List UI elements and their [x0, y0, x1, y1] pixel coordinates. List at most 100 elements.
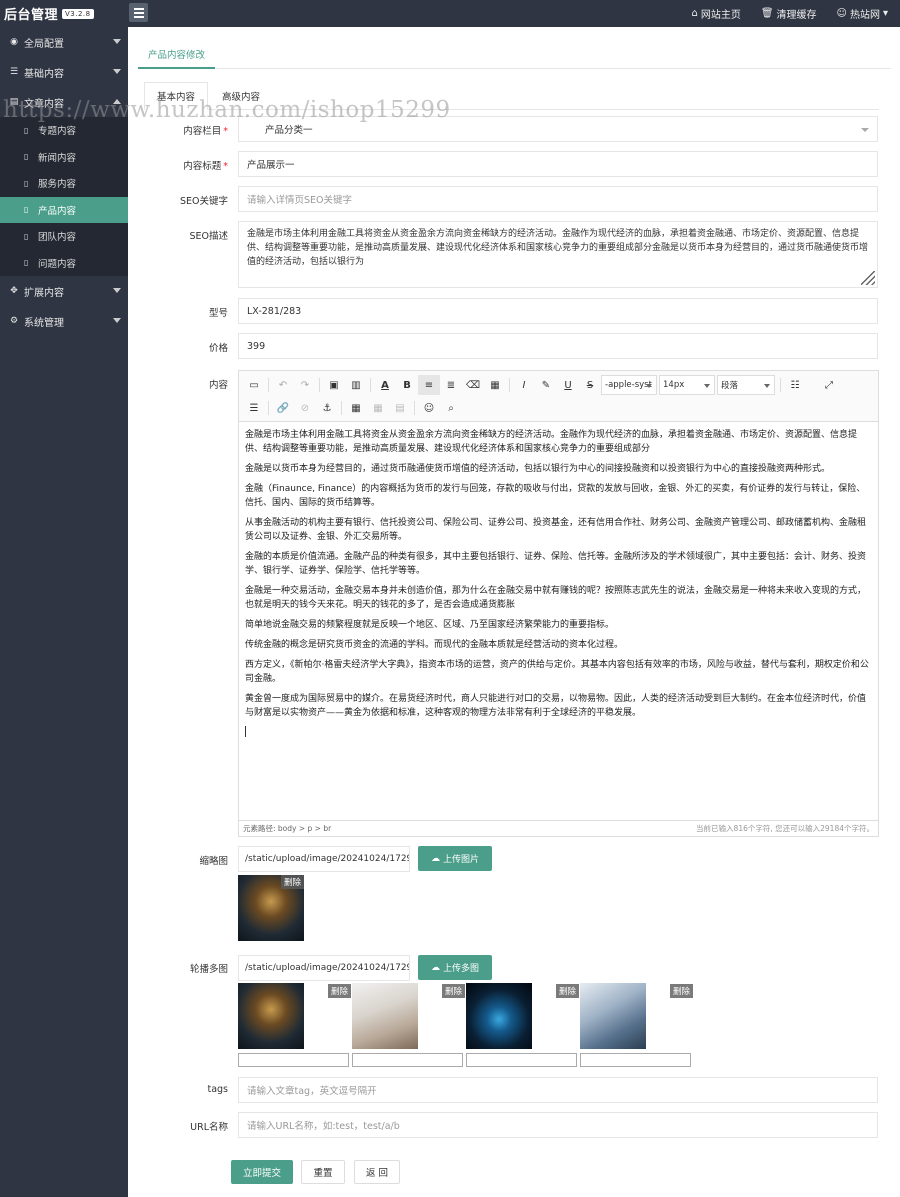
url-name-input[interactable]: 请输入URL名称，如:test，test/a/b: [238, 1112, 878, 1138]
sidebar-item-news[interactable]: ▯ 新闻内容: [0, 144, 128, 171]
menu-toggle-button[interactable]: [129, 3, 148, 22]
gallery-caption-input[interactable]: [238, 1053, 349, 1067]
bold-icon[interactable]: B: [396, 375, 418, 395]
chevron-down-icon: [113, 69, 121, 74]
resize-handle-icon[interactable]: [861, 271, 875, 285]
gallery-caption-input[interactable]: [580, 1053, 691, 1067]
strikethrough-icon[interactable]: S: [579, 375, 601, 395]
category-select[interactable]: 产品分类一: [238, 116, 878, 142]
sidebar-group-article[interactable]: ▤ 文章内容: [0, 87, 128, 117]
paste-icon[interactable]: ▦: [484, 375, 506, 395]
source-code-icon[interactable]: ▭: [243, 375, 265, 395]
model-input[interactable]: LX-281/283: [238, 298, 878, 324]
delete-gallery-2-button[interactable]: 删除: [442, 984, 466, 998]
sliders-icon: ☰: [9, 67, 19, 77]
sidebar-group-extend[interactable]: ✥ 扩展内容: [0, 276, 128, 306]
bullet-list-icon[interactable]: ☷: [784, 375, 806, 395]
editor-paragraph: 黄金曾一度成为国际贸易中的媒介。在易货经济时代，商人只能进行对口的交易，以物易物…: [245, 694, 867, 718]
font-family-select[interactable]: -apple-syst: [601, 375, 657, 395]
editor-toolbar: ▭ ↶ ↷ ▣ ▥ A B ≡ ≣ ⌫ ▦ I ✎ U S -apple-sys…: [239, 371, 878, 422]
table-props-icon[interactable]: ▦: [367, 398, 389, 418]
seo-keywords-input[interactable]: 请输入详情页SEO关键字: [238, 186, 878, 212]
char-count: 当前已输入816个字符, 您还可以输入29184个字符。: [696, 824, 874, 833]
highlight-icon[interactable]: ✎: [535, 375, 557, 395]
main-content: 产品内容修改 基本内容 高级内容 内容栏目 * 产品分类一 内容标题 * 产品展示一…: [128, 27, 900, 1197]
sidebar-item-services[interactable]: ▯ 服务内容: [0, 170, 128, 197]
sidebar-item-products[interactable]: ▯ 产品内容: [0, 196, 128, 223]
trash-icon: 🗑: [760, 8, 774, 19]
chevron-down-icon: [113, 318, 121, 323]
undo-icon[interactable]: ↶: [272, 375, 294, 395]
unlink-icon[interactable]: ⊘: [294, 398, 316, 418]
sidebar-group-basic[interactable]: ☰ 基础内容: [0, 57, 128, 87]
insert-image-icon[interactable]: ▣: [323, 375, 345, 395]
editor-paragraph: 金融是市场主体利用金融工具将资金从资金盈余方流向资金稀缺方的经济活动。金融作为现…: [245, 430, 858, 454]
row-seo-desc: SEO描述 金融是市场主体利用金融工具将资金从资金盈余方流向资金稀缺方的经济活动…: [128, 221, 900, 288]
sidebar-item-team[interactable]: ▯ 团队内容: [0, 223, 128, 250]
back-button[interactable]: 返 回: [354, 1160, 400, 1184]
delete-gallery-3-button[interactable]: 删除: [556, 984, 580, 998]
title-input[interactable]: 产品展示一: [238, 151, 878, 177]
gallery-caption-input[interactable]: [466, 1053, 577, 1067]
italic-icon[interactable]: I: [513, 375, 535, 395]
reset-button[interactable]: 重置: [301, 1160, 345, 1184]
editor-statusbar: 元素路径: body > p > br 当前已输入816个字符, 您还可以输入2…: [239, 820, 878, 836]
underline-icon[interactable]: U: [557, 375, 579, 395]
table-cell-icon[interactable]: ▤: [389, 398, 411, 418]
label-seo-keywords: SEO关键字: [179, 196, 228, 207]
table-icon[interactable]: ▦: [345, 398, 367, 418]
insert-media-icon[interactable]: ▥: [345, 375, 367, 395]
sidebar-item-topics[interactable]: ▯ 专题内容: [0, 117, 128, 144]
delete-thumb-button[interactable]: 删除: [280, 875, 304, 889]
delete-gallery-4-button[interactable]: 删除: [670, 984, 694, 998]
anchor-icon[interactable]: ⚓: [316, 398, 338, 418]
delete-gallery-1-button[interactable]: 删除: [328, 984, 352, 998]
row-url-name: URL名称 请输入URL名称，如:test，test/a/b: [128, 1112, 900, 1138]
gallery-path-input[interactable]: /static/upload/image/20241024/172972: [238, 955, 410, 981]
file-icon: ▤: [9, 97, 19, 107]
align-left-icon[interactable]: ≡: [418, 375, 440, 395]
sidebar-item-faq[interactable]: ▯ 问题内容: [0, 250, 128, 277]
seo-desc-textarea[interactable]: 金融是市场主体利用金融工具将资金从资金盈余方流向资金稀缺方的经济活动。金融作为现…: [238, 221, 878, 288]
redo-icon[interactable]: ↷: [294, 375, 316, 395]
paragraph-select[interactable]: 段落: [717, 375, 775, 395]
upload-image-button[interactable]: ☁ 上传图片: [418, 846, 492, 871]
tab-basic[interactable]: 基本内容: [144, 82, 209, 110]
row-price: 价格 399: [128, 333, 900, 359]
doc-icon: ▯: [24, 125, 29, 135]
label-title: 内容标题 *: [183, 161, 228, 172]
eraser-icon[interactable]: ⌫: [462, 375, 484, 395]
link-icon[interactable]: 🔗: [272, 398, 294, 418]
search-replace-icon[interactable]: ⌕: [440, 398, 462, 418]
font-color-icon[interactable]: A: [374, 375, 396, 395]
clear-cache-link[interactable]: 🗑 清理缓存: [761, 6, 817, 21]
row-seo-keywords: SEO关键字 请输入详情页SEO关键字: [128, 186, 900, 212]
price-input[interactable]: 399: [238, 333, 878, 359]
thumb-path-input[interactable]: /static/upload/image/20241024/172972: [238, 846, 410, 872]
tab-advanced[interactable]: 高级内容: [210, 82, 272, 110]
label-thumb: 缩略图: [199, 856, 228, 867]
editor-content[interactable]: 金融是市场主体利用金融工具将资金从资金盈余方流向资金稀缺方的经济活动。金融作为现…: [239, 422, 878, 766]
submit-button[interactable]: 立即提交: [231, 1160, 293, 1184]
label-url-name: URL名称: [190, 1122, 228, 1133]
align-center-icon[interactable]: ≣: [440, 375, 462, 395]
user-menu[interactable]: ☺ 热站网 ▾: [837, 6, 888, 21]
label-gallery: 轮播多图: [189, 964, 228, 975]
tags-input[interactable]: 请输入文章tag，英文逗号隔开: [238, 1077, 878, 1103]
emoji-icon[interactable]: ☺: [418, 398, 440, 418]
page-tab-edit[interactable]: 产品内容修改: [138, 41, 216, 69]
upload-multi-button[interactable]: ☁ 上传多图: [418, 955, 492, 980]
gear-icon: ⚙: [9, 316, 19, 326]
sidebar-group-global[interactable]: ◉ 全局配置: [0, 27, 128, 57]
gallery-caption-input[interactable]: [352, 1053, 463, 1067]
gallery-image-2: [352, 983, 418, 1049]
fullscreen-icon[interactable]: ⤢: [818, 375, 840, 395]
font-size-select[interactable]: 14px: [659, 375, 715, 395]
doc-icon: ▯: [24, 258, 29, 268]
expand-icon: ✥: [10, 286, 18, 296]
gallery-image-4: [580, 983, 646, 1049]
sidebar-group-system[interactable]: ⚙ 系统管理: [0, 306, 128, 336]
numbered-list-icon[interactable]: ☰: [243, 398, 265, 418]
home-link[interactable]: ⌂ 网站主页: [691, 6, 740, 21]
app-brand[interactable]: 后台管理 V3.2.8: [0, 0, 128, 27]
